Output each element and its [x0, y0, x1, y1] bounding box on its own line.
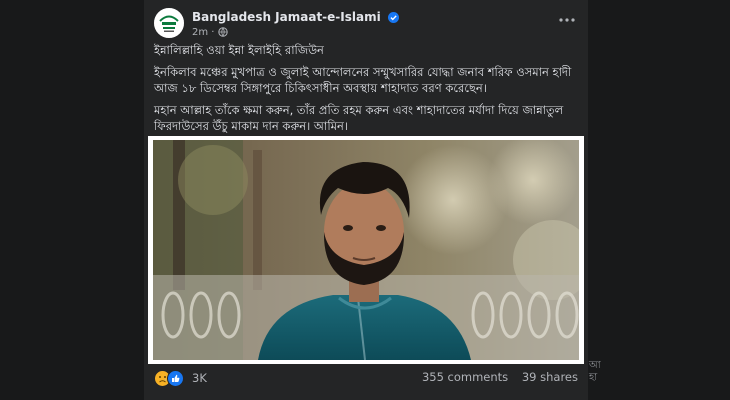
verified-badge-icon — [387, 12, 399, 26]
post-text: ইন্নালিল্লাহি ওয়া ইন্না ইলাইহি রাজিউন ই… — [154, 42, 578, 140]
facebook-post-card: Bangladesh Jamaat-e-Islami 2m · ইন্নালিল… — [144, 0, 588, 400]
left-background — [0, 0, 144, 400]
right-background — [586, 0, 730, 400]
shares-count[interactable]: 39 shares — [522, 370, 578, 384]
page-name[interactable]: Bangladesh Jamaat-e-Islami — [192, 10, 399, 26]
post-meta: 2m · — [192, 27, 228, 40]
post-text-line-2: ইনকিলাব মঞ্চের মুখপাত্র ও জুলাই আন্দোলনে… — [154, 65, 572, 95]
engagement-counts: 355 comments 39 shares — [412, 370, 578, 384]
post-header: Bangladesh Jamaat-e-Islami 2m · — [144, 0, 588, 44]
more-options-button[interactable] — [554, 10, 580, 30]
reaction-count[interactable]: 3K — [192, 371, 207, 385]
post-photo[interactable] — [153, 140, 579, 360]
globe-icon — [217, 27, 228, 40]
reactions-summary[interactable]: 3K — [154, 369, 207, 387]
post-time[interactable]: 2m — [192, 27, 208, 38]
page-name-text[interactable]: Bangladesh Jamaat-e-Islami — [192, 10, 381, 24]
reaction-icons — [154, 369, 184, 387]
post-text-line-3: মহান আল্লাহ তাঁকে ক্ষমা করুন, তাঁর প্রতি… — [154, 103, 564, 133]
post-photo-frame — [148, 136, 584, 364]
post-text-line-1: ইন্নালিল্লাহি ওয়া ইন্না ইলাইহি রাজিউন — [154, 43, 324, 57]
like-react-icon — [167, 369, 184, 387]
adjacent-post-text-fragment: আ হা — [589, 360, 601, 383]
page-avatar[interactable] — [154, 8, 184, 38]
comments-count[interactable]: 355 comments — [422, 370, 508, 384]
more-horizontal-icon — [559, 18, 575, 22]
